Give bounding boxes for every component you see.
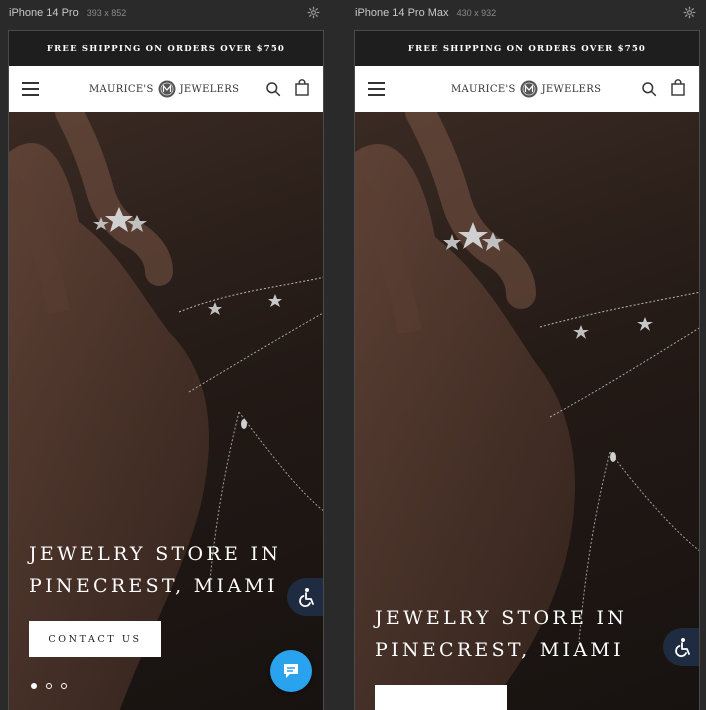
hero-heading-line-2: PINECREST, MIAMI	[375, 639, 624, 661]
accessibility-button[interactable]	[287, 578, 323, 616]
gear-icon[interactable]	[307, 6, 320, 19]
device-label-1: iPhone 14 Pro 393 x 852	[9, 5, 126, 21]
brand-name-left: MAURICE'S	[451, 83, 516, 95]
hamburger-menu-icon[interactable]	[368, 82, 385, 96]
phone-preview-iphone-14-pro-max: FREE SHIPPING ON ORDERS OVER $750 MAURIC…	[354, 30, 700, 710]
slider-dot-3[interactable]	[61, 683, 67, 689]
search-icon[interactable]	[641, 81, 657, 97]
chat-button[interactable]	[270, 650, 312, 692]
shopping-bag-icon[interactable]	[294, 79, 310, 96]
hero-heading: JEWELRY STORE IN PINECREST, MIAMI	[375, 602, 627, 666]
promo-banner: FREE SHIPPING ON ORDERS OVER $750	[9, 31, 323, 66]
device-name: iPhone 14 Pro Max	[355, 7, 449, 19]
device-label-2: iPhone 14 Pro Max 430 x 932	[355, 5, 496, 21]
hero-banner: JEWELRY STORE IN PINECREST, MIAMI	[355, 112, 699, 710]
monogram-icon	[158, 80, 176, 98]
slider-pagination	[31, 683, 67, 689]
site-header: MAURICE'S JEWELERS	[9, 66, 323, 112]
hero-banner: JEWELRY STORE IN PINECREST, MIAMI CONTAC…	[9, 112, 323, 710]
contact-us-button[interactable]: CONTACT US	[29, 621, 161, 657]
slider-dot-1[interactable]	[31, 683, 37, 689]
accessibility-button[interactable]	[663, 628, 699, 666]
brand-name-left: MAURICE'S	[89, 83, 154, 95]
hamburger-menu-icon[interactable]	[22, 82, 39, 96]
chat-icon	[284, 664, 298, 678]
device-dims: 430 x 932	[456, 8, 497, 18]
brand-name-right: JEWELERS	[541, 83, 602, 95]
device-name: iPhone 14 Pro	[9, 7, 79, 19]
brand-name-right: JEWELERS	[179, 83, 240, 95]
hero-heading-line-2: PINECREST, MIAMI	[29, 575, 278, 597]
slider-dot-2[interactable]	[46, 683, 52, 689]
phone-preview-iphone-14-pro: FREE SHIPPING ON ORDERS OVER $750 MAURIC…	[8, 30, 324, 710]
promo-banner: FREE SHIPPING ON ORDERS OVER $750	[355, 31, 699, 66]
hero-heading: JEWELRY STORE IN PINECREST, MIAMI	[29, 538, 281, 602]
accessibility-icon	[299, 588, 314, 607]
hero-heading-line-1: JEWELRY STORE IN	[29, 543, 282, 565]
accessibility-icon	[675, 638, 690, 657]
shopping-bag-icon[interactable]	[670, 79, 686, 96]
search-icon[interactable]	[265, 81, 281, 97]
device-dims: 393 x 852	[86, 8, 127, 18]
site-header: MAURICE'S JEWELERS	[355, 66, 699, 112]
gear-icon[interactable]	[683, 6, 696, 19]
brand-logo[interactable]: MAURICE'S JEWELERS	[89, 66, 239, 112]
brand-logo[interactable]: MAURICE'S JEWELERS	[451, 66, 601, 112]
monogram-icon	[520, 80, 538, 98]
contact-us-button[interactable]	[375, 685, 507, 710]
hero-heading-line-1: JEWELRY STORE IN	[375, 607, 628, 629]
